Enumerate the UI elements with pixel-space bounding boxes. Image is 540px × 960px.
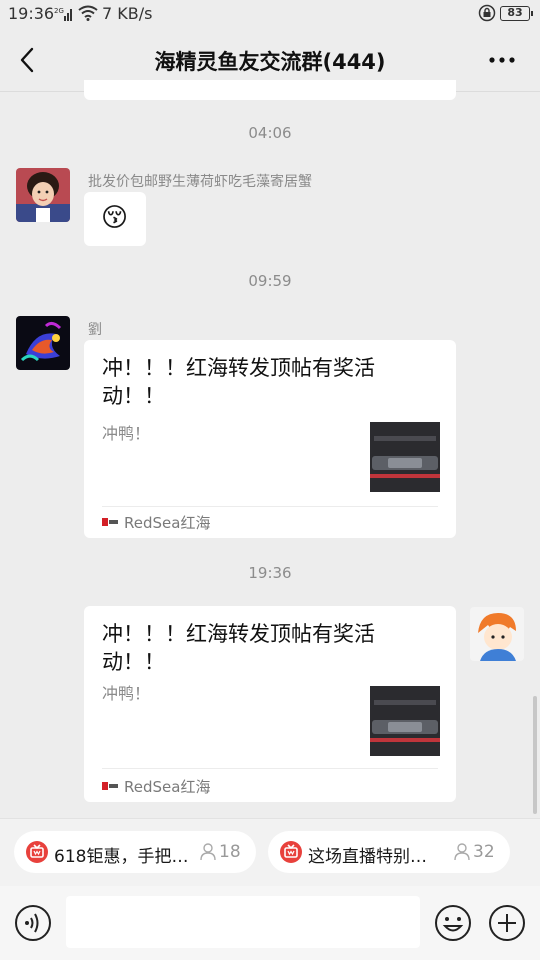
card-source: RedSea红海	[124, 778, 211, 796]
sender-name: 劉	[88, 322, 102, 338]
network-speed: 7 KB/s	[102, 4, 153, 23]
battery-indicator: 83	[500, 6, 533, 21]
card-divider	[102, 768, 438, 769]
timestamp: 04:06	[248, 124, 292, 142]
live-quick-bar: 618钜惠，手把… 18 这场直播特别… 32	[0, 818, 540, 886]
timestamp: 19:36	[248, 564, 292, 582]
avatar[interactable]	[16, 316, 70, 370]
card-title: 冲！！！红海转发顶帖有奖活动！！	[102, 622, 375, 674]
timestamp: 09:59	[248, 272, 292, 290]
viewer-count: 32	[473, 842, 495, 862]
shared-article-card[interactable]: 冲！！！红海转发顶帖有奖活动！！ 冲鸭！ RedSea红海	[84, 606, 456, 802]
back-arrow-icon[interactable]	[16, 46, 40, 74]
wifi-icon	[78, 5, 98, 21]
avatar[interactable]	[16, 168, 70, 222]
self-avatar[interactable]	[470, 607, 524, 661]
previous-message-card[interactable]	[84, 80, 456, 100]
sender-name: 批发价包邮野生薄荷虾吃毛藻寄居蟹	[88, 174, 312, 190]
shared-article-card[interactable]: 冲！！！红海转发顶帖有奖活动！！ 冲鸭！ RedSea红海	[84, 340, 456, 538]
voice-input-icon[interactable]	[14, 904, 52, 942]
signal-icon: 2G	[54, 7, 72, 21]
card-divider	[102, 506, 438, 507]
emoji-icon[interactable]	[434, 904, 472, 942]
redsea-logo-icon	[102, 782, 118, 790]
viewer-icon	[200, 843, 216, 861]
live-chip[interactable]: 这场直播特别… 32	[268, 831, 510, 873]
card-title: 冲！！！红海转发顶帖有奖活动！！	[102, 356, 375, 408]
more-options-icon[interactable]	[486, 50, 518, 70]
card-thumbnail	[370, 686, 440, 756]
input-bar	[0, 886, 540, 960]
kissing-face-emoji: 😚	[101, 203, 129, 233]
viewer-icon	[454, 843, 470, 861]
viewer-count: 18	[219, 842, 241, 862]
live-tv-icon	[26, 841, 48, 863]
card-description: 冲鸭！	[102, 684, 151, 703]
rotation-lock-icon	[478, 4, 496, 22]
group-title: 海精灵鱼友交流群(444)	[154, 50, 386, 74]
live-tv-icon	[280, 841, 302, 863]
card-source: RedSea红海	[124, 514, 211, 532]
svg-text:2G: 2G	[54, 7, 64, 15]
status-time: 19:36	[8, 4, 55, 23]
redsea-logo-icon	[102, 518, 118, 526]
message-input[interactable]	[66, 896, 420, 948]
chip-label: 618钜惠，手把…	[54, 847, 189, 867]
status-bar: 19:36 2G 7 KB/s 83	[0, 0, 540, 28]
card-thumbnail	[370, 422, 440, 492]
chip-label: 这场直播特别…	[308, 847, 427, 867]
plus-icon[interactable]	[488, 904, 526, 942]
scrollbar[interactable]	[533, 696, 537, 814]
live-chip[interactable]: 618钜惠，手把… 18	[14, 831, 256, 873]
message-bubble[interactable]: 😚	[84, 192, 146, 246]
card-description: 冲鸭！	[102, 424, 151, 443]
